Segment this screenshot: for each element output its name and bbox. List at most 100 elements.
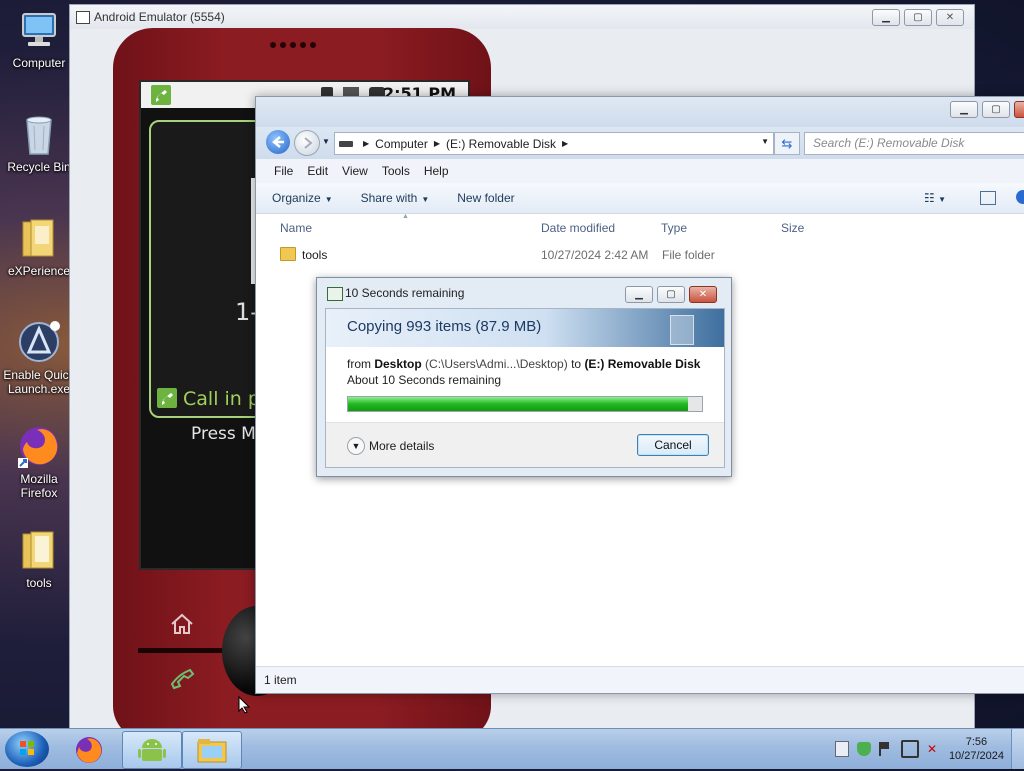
chevron-down-icon: ▼ <box>421 195 430 204</box>
taskbar-firefox[interactable] <box>60 731 118 767</box>
emulator-title: Android Emulator (5554) <box>94 10 225 24</box>
desktop-icon-tools[interactable]: tools <box>2 528 76 590</box>
breadcrumb-separator-icon[interactable]: ▶ <box>434 139 440 148</box>
taskbar-explorer[interactable] <box>182 731 242 769</box>
press-menu-hint: Press M <box>191 424 256 444</box>
taskbar-android-emulator[interactable] <box>122 731 182 769</box>
start-button[interactable] <box>5 731 49 767</box>
menu-view[interactable]: View <box>342 164 368 178</box>
source-name[interactable]: Desktop <box>374 357 421 371</box>
breadcrumb-removable-disk[interactable]: (E:) Removable Disk <box>446 137 556 151</box>
desktop-icon-label: Computer <box>12 56 66 70</box>
more-details-toggle[interactable]: ▼ More details <box>347 437 434 455</box>
clock-date: 10/27/2024 <box>948 750 1004 762</box>
refresh-button[interactable]: ⇆ <box>774 132 800 155</box>
chevron-down-icon: ▼ <box>324 195 333 204</box>
address-bar[interactable]: ▶ Computer ▶ (E:) Removable Disk ▶ ▼ <box>334 132 774 155</box>
share-with-label: Share with <box>360 191 418 205</box>
copy-heading: Copying 993 items (87.9 MB) <box>347 318 542 335</box>
desktop-icon-label: tools <box>26 576 52 590</box>
phone-call-icon <box>151 85 171 105</box>
breadcrumb-separator-icon[interactable]: ▶ <box>363 139 369 148</box>
copy-icon <box>327 287 343 301</box>
home-button[interactable] <box>168 611 196 637</box>
column-header-name[interactable]: Name <box>280 221 312 235</box>
network-icon[interactable] <box>900 740 919 758</box>
maximize-button[interactable]: ▢ <box>982 101 1010 118</box>
menu-edit[interactable]: Edit <box>307 164 328 178</box>
desktop-icon-label: Mozilla Firefox <box>20 472 58 500</box>
firefox-icon <box>17 424 61 468</box>
forward-button[interactable] <box>294 130 320 156</box>
desktop-icon-firefox[interactable]: Mozilla Firefox <box>2 424 76 500</box>
minimize-button[interactable]: ▁ <box>625 286 653 303</box>
volume-muted-icon[interactable]: ✕ <box>927 742 941 756</box>
call-button[interactable] <box>168 666 196 692</box>
close-button[interactable]: ✕ <box>936 9 964 26</box>
column-header-type[interactable]: Type <box>661 221 687 235</box>
cancel-button[interactable]: Cancel <box>637 434 709 456</box>
show-desktop-button[interactable] <box>1011 729 1024 769</box>
menu-tools[interactable]: Tools <box>382 164 410 178</box>
view-options-button[interactable]: ☷ ▼ <box>924 191 946 205</box>
breadcrumb-computer[interactable]: Computer <box>375 137 428 151</box>
close-button[interactable]: ✕ <box>1014 101 1024 118</box>
folder-icon <box>17 216 61 260</box>
destination-name[interactable]: (E:) Removable Disk <box>584 357 700 371</box>
desktop-icon-recycle-bin[interactable]: Recycle Bin <box>2 112 76 174</box>
command-bar: Organize ▼ Share with ▼ New folder ☷ ▼ <box>256 183 1024 214</box>
maximize-button[interactable]: ▢ <box>904 9 932 26</box>
preview-pane-button[interactable] <box>980 191 996 205</box>
breadcrumb-separator-icon[interactable]: ▶ <box>562 139 568 148</box>
back-arrow-icon <box>272 136 284 148</box>
chevron-down-icon: ▼ <box>347 437 365 455</box>
dialog-titlebar[interactable]: 10 Seconds remaining ▁ ▢ ✕ <box>317 278 731 308</box>
from-label: from <box>347 357 371 371</box>
address-dropdown-icon[interactable]: ▼ <box>761 137 769 146</box>
folder-icon <box>280 247 296 261</box>
recent-pages-dropdown[interactable]: ▼ <box>322 137 330 146</box>
menu-file[interactable]: File <box>274 164 293 178</box>
clock[interactable]: 7:56 10/27/2024 <box>949 735 1004 763</box>
search-input[interactable]: Search (E:) Removable Disk <box>804 132 1024 155</box>
back-button[interactable] <box>266 130 290 154</box>
desktop-icon-experience[interactable]: eXPerience <box>2 216 76 278</box>
mouse-cursor-icon <box>238 695 251 717</box>
call-in-progress: Call in pr <box>157 388 268 410</box>
action-center-flag-icon[interactable] <box>878 742 893 756</box>
column-headers: Name ▲ Date modified Type Size <box>256 213 1024 239</box>
desktop-icon-computer[interactable]: Computer <box>2 8 76 70</box>
explorer-titlebar[interactable]: ▁ ▢ ✕ <box>256 97 1024 127</box>
menu-help[interactable]: Help <box>424 164 449 178</box>
column-header-size[interactable]: Size <box>781 221 804 235</box>
share-with-button[interactable]: Share with ▼ <box>361 191 430 205</box>
notification-icon[interactable] <box>834 741 849 757</box>
windows-logo-icon <box>20 741 34 755</box>
desktop-icon-label: eXPerience <box>7 264 71 278</box>
file-name: tools <box>302 248 328 262</box>
desktop-icon-enable-quick-launch[interactable]: Enable Quick Launch.exe <box>2 320 76 396</box>
forward-arrow-icon <box>304 137 313 149</box>
close-button[interactable]: ✕ <box>689 286 717 303</box>
copy-progress-dialog[interactable]: 10 Seconds remaining ▁ ▢ ✕ Copying 993 i… <box>316 277 732 477</box>
emulator-titlebar[interactable]: Android Emulator (5554) ▁ ▢ ✕ <box>70 5 974 29</box>
file-row[interactable]: tools 10/27/2024 2:42 AM File folder <box>274 245 754 265</box>
firefox-icon <box>76 737 102 763</box>
source-path: (C:\Users\Admi...\Desktop) <box>425 357 568 371</box>
dialog-footer: ▼ More details Cancel <box>326 422 724 467</box>
maximize-button[interactable]: ▢ <box>657 286 685 303</box>
organize-label: Organize <box>272 191 321 205</box>
column-header-date-modified[interactable]: Date modified <box>541 221 615 235</box>
status-bar: 1 item <box>256 666 1024 693</box>
new-folder-button[interactable]: New folder <box>457 191 514 205</box>
menu-bar: File Edit View Tools Help <box>256 159 1024 183</box>
folder-icon <box>197 739 227 763</box>
security-shield-icon[interactable] <box>856 742 871 756</box>
clock-time: 7:56 <box>965 736 988 748</box>
quick-launch-icon <box>17 320 61 364</box>
minimize-button[interactable]: ▁ <box>950 101 978 118</box>
organize-button[interactable]: Organize ▼ <box>272 191 333 205</box>
dialog-header: Copying 993 items (87.9 MB) <box>326 309 724 347</box>
help-button[interactable] <box>1016 190 1024 204</box>
minimize-button[interactable]: ▁ <box>872 9 900 26</box>
